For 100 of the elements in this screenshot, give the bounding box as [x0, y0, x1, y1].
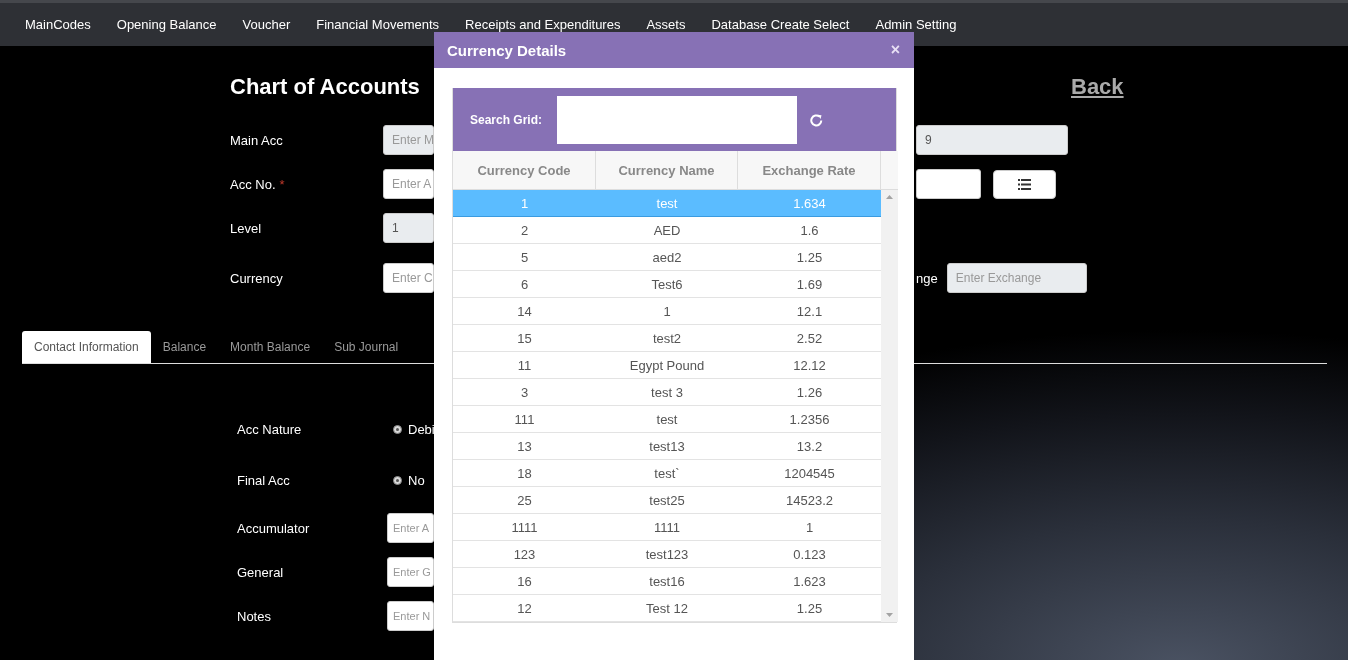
table-cell-text: test [655, 194, 679, 213]
table-row[interactable]: 1111 1111 1 [453, 514, 881, 541]
table-cell-text: 1.2356 [788, 410, 831, 429]
table-cell-text: 25 [516, 491, 533, 510]
tab[interactable]: Sub Journal [322, 331, 411, 363]
table-cell-text: 1 [804, 518, 815, 537]
table-cell-text: test2 [651, 329, 683, 348]
table-cell-text: Test6 [650, 275, 684, 294]
nav-link[interactable]: Voucher [229, 17, 304, 32]
tab[interactable]: Balance [150, 331, 219, 363]
table-cell-text: test123 [644, 545, 690, 564]
field-label: Acc No. * [230, 176, 286, 192]
back-link[interactable]: Back [1071, 74, 1327, 100]
table-cell-text: Test 12 [645, 599, 689, 618]
table-cell-text: 1.25 [795, 599, 824, 618]
table-cell-text: 12.1 [795, 302, 824, 321]
table-cell-text: 1111 [653, 518, 681, 537]
table-cell-text: 5 [519, 248, 530, 267]
nav-link[interactable]: Financial Movements [303, 17, 453, 32]
table-cell-text: 3 [519, 383, 530, 402]
field-label: Currency [230, 270, 284, 286]
scroll-up-arrow-icon[interactable] [886, 195, 893, 199]
nav-link[interactable]: Database Create Select [698, 17, 863, 32]
table-cell-text: 1.6 [799, 221, 820, 240]
table-cell-text: 0.123 [792, 545, 827, 564]
table-cell-text: test25 [648, 491, 686, 510]
tab[interactable]: Contact Information [22, 331, 151, 363]
search-field[interactable] [557, 95, 798, 144]
table-row[interactable]: 6 Test6 1.69 [453, 271, 881, 298]
field-label: Level [230, 220, 263, 236]
search-label: Search Grid: [470, 112, 543, 127]
table-cell-text: 2.52 [795, 329, 824, 348]
table-cell-text: 18 [516, 464, 533, 483]
field-label: Final Acc [237, 473, 291, 488]
tab[interactable]: Month Balance [218, 331, 323, 363]
table-cell-text: 1.69 [795, 275, 824, 294]
table-cell-text: 14523.2 [785, 491, 834, 510]
nav-link[interactable]: Admin Setting [862, 17, 970, 32]
field-label: Main Acc [230, 132, 284, 148]
table-cell-text: 11 [516, 356, 533, 375]
table-cell-text: 123 [512, 545, 537, 564]
input-field[interactable] [916, 169, 981, 199]
radio-label: No [408, 473, 425, 488]
table-cell-text: 13.2 [795, 437, 824, 456]
table-row[interactable]: 5 aed2 1.25 [453, 244, 881, 271]
scroll-down-arrow-icon[interactable] [886, 613, 893, 617]
field-label: Accumulator [237, 520, 311, 536]
table-cell-text: test13 [648, 437, 686, 456]
table-row[interactable]: 14 1 12.1 [453, 298, 881, 325]
list-button[interactable] [993, 169, 1056, 199]
table-cell-text: 1 [519, 194, 530, 213]
table-cell-text: 1204545 [783, 464, 836, 483]
table-cell-text: aed2 [651, 248, 683, 267]
table-cell-text: 13 [516, 437, 533, 456]
table-row[interactable]: 25 test25 14523.2 [453, 487, 881, 514]
table-row[interactable]: 3 test 3 1.26 [453, 379, 881, 406]
table-cell-text: 1.634 [792, 194, 827, 213]
table-cell-text: 14 [516, 302, 533, 321]
radio-button[interactable] [393, 425, 402, 434]
table-cell-text: test` [653, 464, 681, 483]
table-row[interactable]: 11 Egypt Pound 12.12 [453, 352, 881, 379]
list-icon [1018, 178, 1031, 190]
table-cell-text: 16 [516, 572, 533, 591]
dialog-title: Currency Details [447, 41, 567, 59]
table-cell-text: 12 [516, 599, 533, 618]
page-title: Chart of Accounts [230, 74, 421, 100]
table-cell-text: test 3 [650, 383, 684, 402]
table-cell-text: test [655, 410, 679, 429]
table-cell-text: 1111 [510, 518, 539, 537]
table-row[interactable]: 16 test16 1.623 [453, 568, 881, 595]
radio-label: Debi [408, 422, 435, 437]
nav-link[interactable]: Receipts and Expenditures [452, 17, 634, 32]
refresh-icon[interactable] [810, 114, 824, 127]
scrollbar[interactable] [881, 190, 898, 622]
table-cell-text: AED [652, 221, 682, 240]
table-row[interactable]: 15 test2 2.52 [453, 325, 881, 352]
table-cell-text: 6 [519, 275, 530, 294]
table-cell-text: test16 [648, 572, 686, 591]
table-cell-text: 111 [513, 410, 536, 429]
table-cell-text: 12.12 [792, 356, 827, 375]
field-label: General [237, 564, 285, 580]
table-cell-text: Egypt Pound [628, 356, 706, 375]
table-cell-text: 1.25 [795, 248, 824, 267]
nav-link[interactable]: Opening Balance [103, 17, 230, 32]
table-cell-text: 2 [519, 221, 530, 240]
table-row[interactable]: 111 test 1.2356 [453, 406, 881, 433]
table-cell-text: 1.623 [792, 572, 827, 591]
field-label: Acc Nature [237, 422, 303, 437]
table-cell-text: 1 [662, 302, 672, 321]
nav-link[interactable]: MainCodes [12, 17, 104, 32]
table-row[interactable]: 123 test123 0.123 [453, 541, 881, 568]
field-label: nge [916, 270, 938, 286]
table-row[interactable]: 12 Test 12 1.25 [453, 595, 881, 622]
table-cell-text: 15 [516, 329, 533, 348]
radio-button[interactable] [393, 476, 402, 485]
nav-link[interactable]: Assets [633, 17, 699, 32]
table-row[interactable]: 2 AED 1.6 [453, 217, 881, 244]
table-row[interactable]: 13 test13 13.2 [453, 433, 881, 460]
table-row[interactable]: 18 test` 1204545 [453, 460, 881, 487]
field-label: Notes [237, 608, 272, 624]
